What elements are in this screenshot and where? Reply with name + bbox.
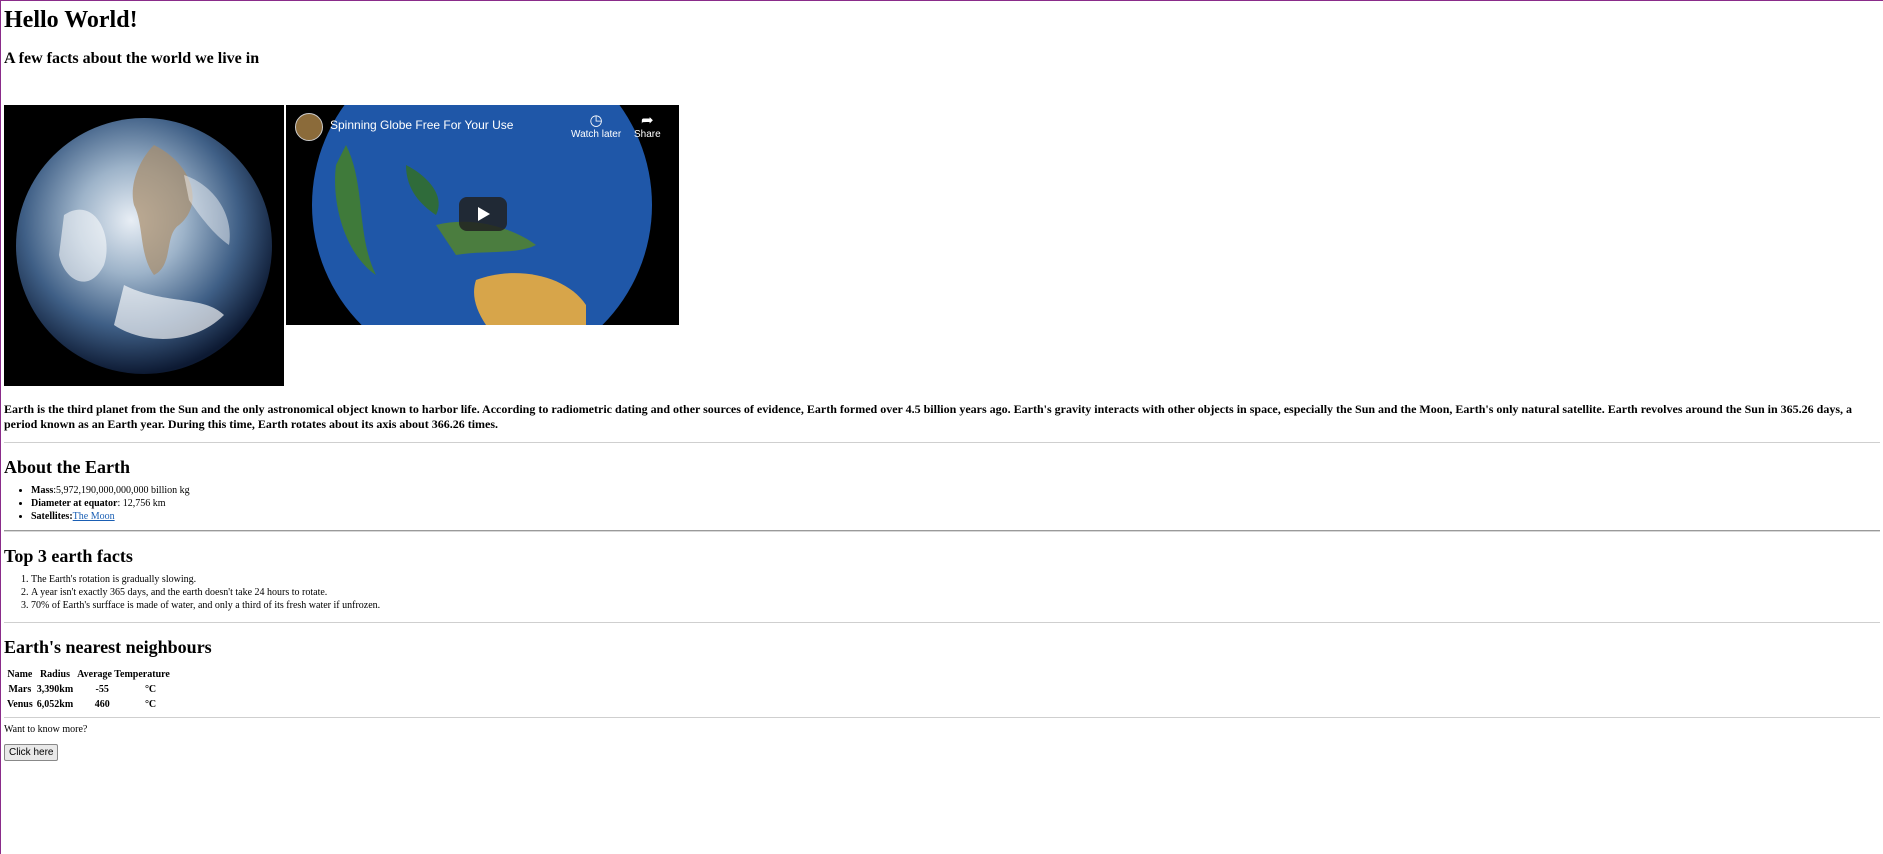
play-button[interactable] [459, 197, 507, 231]
page: Hello World! A few facts about the world… [1, 6, 1883, 761]
watch-later-button[interactable]: ◷ Watch later [571, 112, 622, 141]
table-cell: °C [144, 699, 157, 710]
table-cell: Venus [7, 699, 33, 710]
list-item: Mass:5,972,190,000,000,000 billion kg [31, 484, 1880, 497]
earth-image [4, 105, 284, 386]
list-item: Diameter at equator: 12,756 km [31, 497, 1880, 510]
column-header: Radius [39, 669, 70, 680]
facts-heading: Top 3 earth facts [4, 546, 133, 566]
table-cell: Mars [8, 684, 32, 695]
page-subtitle: A few facts about the world we live in [4, 50, 260, 67]
video-player[interactable]: Spinning Globe Free For Your Use ◷ Watch… [286, 105, 679, 325]
channel-avatar[interactable] [295, 113, 323, 141]
divider [4, 622, 1880, 623]
neighbours-table: Name Radius Average Temperature Mars 3,3… [4, 666, 173, 713]
list-item: Satellites:The Moon [31, 510, 1880, 523]
list-item: A year isn't exactly 365 days, and the e… [31, 586, 1880, 599]
table-header-row: Name Radius Average Temperature [6, 668, 171, 681]
table-cell: 6,052km [36, 699, 74, 710]
clock-icon: ◷ [589, 112, 603, 129]
share-icon: ➦ [641, 112, 654, 129]
table-cell: 460 [94, 699, 110, 710]
table-cell: °C [144, 684, 157, 695]
column-header: Name [7, 669, 33, 680]
satellites-label: Satellites [31, 511, 70, 522]
diameter-label: Diameter at equator [31, 498, 118, 509]
earth-photo-icon [4, 105, 284, 386]
want-more-text: Want to know more? [4, 724, 88, 735]
about-list: Mass:5,972,190,000,000,000 billion kg Di… [4, 484, 1880, 523]
mass-label: Mass [31, 485, 54, 496]
watch-later-label: Watch later [571, 129, 622, 140]
click-here-button[interactable]: Click here [4, 744, 59, 761]
about-heading: About the Earth [4, 457, 131, 477]
page-title: Hello World! [4, 7, 138, 33]
diameter-value: : 12,756 km [117, 498, 166, 509]
share-label: Share [634, 129, 661, 140]
table-row: Venus 6,052km 460 °C [6, 698, 171, 711]
table-cell: -55 [95, 684, 109, 695]
video-title[interactable]: Spinning Globe Free For Your Use [330, 118, 513, 132]
neighbours-heading: Earth's nearest neighbours [4, 637, 212, 657]
table-cell: 3,390km [36, 684, 74, 695]
divider [4, 530, 1880, 532]
media-row: Spinning Globe Free For Your Use ◷ Watch… [4, 105, 1880, 386]
divider [4, 717, 1880, 718]
divider [4, 442, 1880, 443]
list-item: 70% of Earth's surfface is made of water… [31, 599, 1880, 612]
mass-value: :5,972,190,000,000,000 billion kg [53, 485, 190, 496]
table-row: Mars 3,390km -55 °C [6, 683, 171, 696]
moon-link[interactable]: The Moon [73, 511, 115, 522]
share-button[interactable]: ➦ Share [634, 112, 661, 141]
intro-paragraph: Earth is the third planet from the Sun a… [4, 402, 1852, 431]
column-header: Average Temperature [77, 669, 170, 680]
list-item: The Earth's rotation is gradually slowin… [31, 573, 1880, 586]
facts-list: The Earth's rotation is gradually slowin… [4, 573, 1880, 612]
